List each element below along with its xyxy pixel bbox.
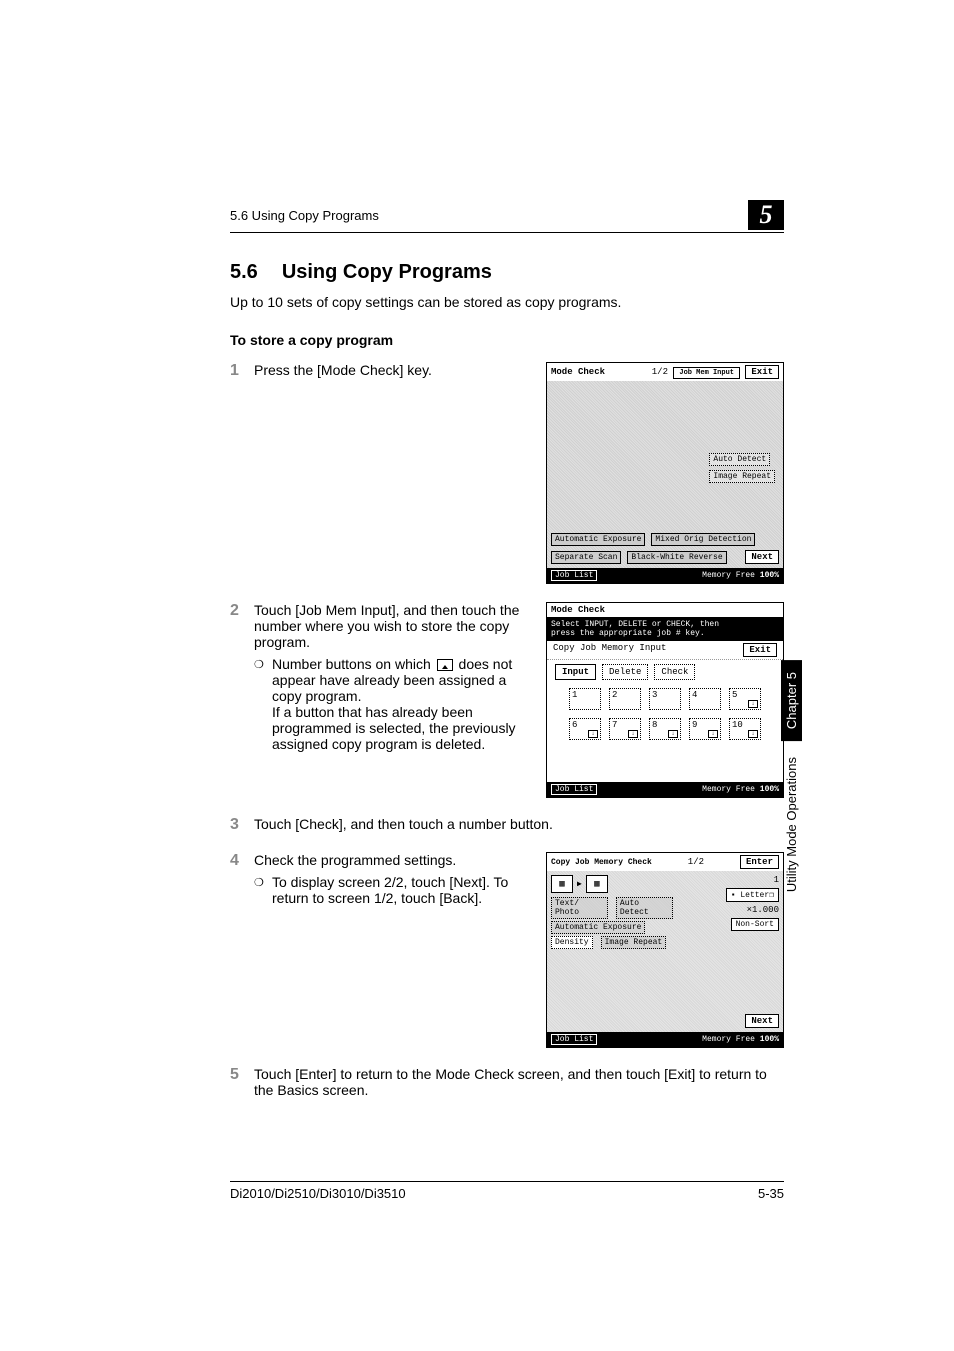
check-tab[interactable]: Check	[654, 664, 695, 680]
scr1-title: Mode Check	[551, 367, 605, 377]
intro-text: Up to 10 sets of copy settings can be st…	[230, 294, 784, 310]
auto-detect-label: Auto Detect	[616, 897, 673, 919]
step-number: 5	[230, 1066, 254, 1084]
num-button-10[interactable]: 10↓	[729, 718, 761, 740]
step-number: 4	[230, 852, 254, 870]
num-button-2[interactable]: 2	[609, 688, 641, 710]
num-button-9[interactable]: 9↓	[689, 718, 721, 740]
step-text: Press the [Mode Check] key.	[254, 362, 526, 378]
screenshot-job-memory-input: Mode Check Select INPUT, DELETE or CHECK…	[546, 602, 784, 798]
num-button-3[interactable]: 3	[649, 688, 681, 710]
scr2-subtitle: Copy Job Memory Input	[553, 643, 666, 657]
next-button[interactable]: Next	[745, 1014, 779, 1028]
scr2-msg1: Select INPUT, DELETE or CHECK, then	[551, 620, 779, 629]
next-button[interactable]: Next	[745, 550, 779, 564]
sub-bullet-text: To display screen 2/2, touch [Next]. To …	[272, 874, 526, 906]
step-number: 2	[230, 602, 254, 620]
nonsort-box: Non-Sort	[731, 918, 779, 931]
section-title: 5.6 Using Copy Programs	[230, 261, 784, 284]
exit-button[interactable]: Exit	[745, 365, 779, 379]
memory-label: Memory Free	[702, 571, 755, 580]
num-button-7[interactable]: 7↓	[609, 718, 641, 740]
input-tab[interactable]: Input	[555, 664, 596, 680]
num-button-4[interactable]: 4	[689, 688, 721, 710]
download-icon	[437, 659, 453, 671]
sub-bullet-text: Number buttons on which does not appear …	[272, 656, 526, 752]
download-icon: ↓	[748, 700, 758, 708]
letter-box: ▪ Letter❐	[726, 888, 779, 902]
delete-tab[interactable]: Delete	[602, 664, 648, 680]
memory-percent: 100%	[760, 785, 779, 794]
step-2: 2 Touch [Job Mem Input], and then touch …	[230, 602, 784, 798]
side-section-label: Utility Mode Operations	[784, 751, 799, 898]
exit-button[interactable]: Exit	[743, 643, 777, 657]
mixed-orig-option[interactable]: Mixed Orig Detection	[651, 533, 755, 546]
num-button-5[interactable]: 5↓	[729, 688, 761, 710]
bullet-icon: ❍	[254, 656, 272, 674]
procedure-heading: To store a copy program	[230, 332, 784, 348]
side-tab: Chapter 5 Utility Mode Operations	[781, 660, 802, 898]
scr2-msg2: press the appropriate job # key.	[551, 629, 779, 638]
header-section-ref: 5.6 Using Copy Programs	[230, 208, 379, 223]
num-button-6[interactable]: 6↓	[569, 718, 601, 740]
num-button-8[interactable]: 8↓	[649, 718, 681, 740]
scr2-title: Mode Check	[551, 605, 605, 615]
bullet-icon: ❍	[254, 874, 272, 892]
auto-exposure-option[interactable]: Automatic Exposure	[551, 533, 645, 546]
step-1: 1 Press the [Mode Check] key. Mode Check…	[230, 362, 784, 584]
step-3: 3 Touch [Check], and then touch a number…	[230, 816, 784, 834]
zoom-value: ×1.000	[747, 905, 779, 915]
job-list-button[interactable]: Job List	[551, 784, 597, 795]
manual-page: 5.6 Using Copy Programs 5 5.6 Using Copy …	[0, 0, 954, 1351]
footer-model: Di2010/Di2510/Di3010/Di3510	[230, 1186, 406, 1201]
copy-icon: ▦	[586, 875, 608, 893]
separate-scan-option[interactable]: Separate Scan	[551, 551, 621, 564]
step-text: Touch [Check], and then touch a number b…	[254, 816, 784, 832]
section-number: 5.6	[230, 261, 258, 283]
step-4: 4 Check the programmed settings. ❍ To di…	[230, 852, 784, 1048]
memory-label: Memory Free	[702, 1035, 755, 1044]
enter-button[interactable]: Enter	[740, 855, 779, 869]
num-button-1[interactable]: 1	[569, 688, 601, 710]
footer-page: 5-35	[758, 1186, 784, 1201]
arrow-icon: ▶	[577, 879, 582, 889]
job-list-button[interactable]: Job List	[551, 1034, 597, 1045]
step-number: 1	[230, 362, 254, 380]
step-text: Touch [Enter] to return to the Mode Chec…	[254, 1066, 784, 1098]
auto-exp-label: Automatic Exposure	[551, 921, 645, 934]
orig-icon: ▦	[551, 875, 573, 893]
download-icon: ↓	[668, 730, 678, 738]
step-text: Check the programmed settings.	[254, 852, 526, 868]
step-number: 3	[230, 816, 254, 834]
image-repeat-option[interactable]: Image Repeat	[709, 470, 775, 483]
page-footer: Di2010/Di2510/Di3010/Di3510 5-35	[230, 1181, 784, 1201]
screenshot-mode-check: Mode Check 1/2 Job Mem Input Exit Auto D…	[546, 362, 784, 584]
scr1-page: 1/2	[652, 367, 668, 377]
download-icon: ↓	[748, 730, 758, 738]
side-chapter-label: Chapter 5	[781, 660, 802, 741]
scr3-page: 1/2	[688, 857, 704, 867]
bw-reverse-option[interactable]: Black-White Reverse	[627, 551, 726, 564]
density-label: Density	[551, 936, 593, 949]
text-photo-label: Text/ Photo	[551, 897, 608, 919]
val-1: 1	[774, 875, 779, 885]
memory-percent: 100%	[760, 1035, 779, 1044]
auto-detect-option[interactable]: Auto Detect	[709, 453, 770, 466]
download-icon: ↓	[588, 730, 598, 738]
page-header: 5.6 Using Copy Programs 5	[230, 200, 784, 233]
step-5: 5 Touch [Enter] to return to the Mode Ch…	[230, 1066, 784, 1098]
chapter-number-box: 5	[748, 200, 784, 230]
download-icon: ↓	[628, 730, 638, 738]
memory-percent: 100%	[760, 571, 779, 580]
memory-label: Memory Free	[702, 785, 755, 794]
section-heading: Using Copy Programs	[282, 261, 492, 283]
job-list-button[interactable]: Job List	[551, 570, 597, 581]
image-repeat-label: Image Repeat	[601, 936, 667, 949]
step-text: Touch [Job Mem Input], and then touch th…	[254, 602, 526, 650]
scr3-title: Copy Job Memory Check	[551, 858, 652, 867]
download-icon: ↓	[708, 730, 718, 738]
screenshot-memory-check: Copy Job Memory Check 1/2 Enter ▦ ▶ ▦	[546, 852, 784, 1048]
job-mem-input-button[interactable]: Job Mem Input	[673, 367, 740, 379]
